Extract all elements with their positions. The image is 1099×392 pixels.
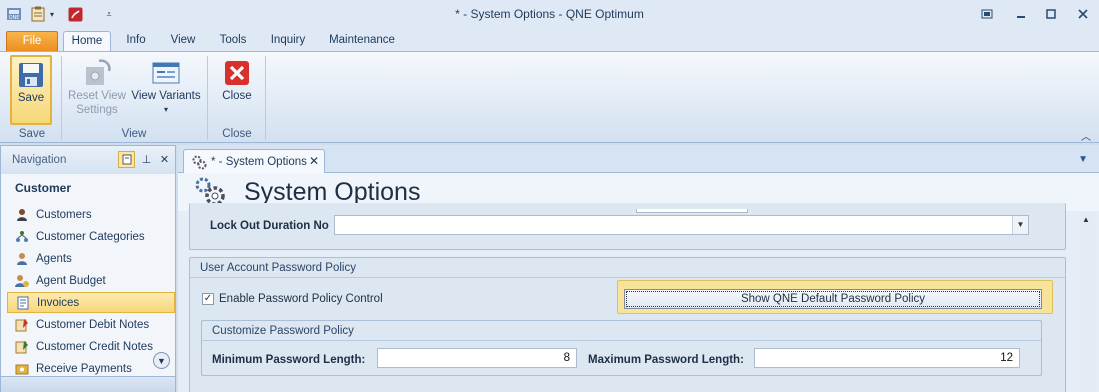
customer-icon — [17, 208, 27, 221]
save-label: Save — [17, 92, 45, 104]
tabs-dropdown-icon[interactable]: ▼ — [1078, 154, 1088, 165]
agent-icon — [17, 252, 27, 265]
tab-info[interactable]: Info — [117, 31, 155, 52]
customize-policy-panel: Customize Password Policy Minimum Passwo… — [201, 320, 1042, 376]
minimize-icon[interactable] — [1010, 4, 1032, 24]
group-separator — [61, 56, 62, 140]
navigation-header: Navigation ⊥ ✕ — [1, 146, 175, 174]
view-variants-icon — [130, 55, 202, 89]
nav-item-label: Invoices — [37, 296, 80, 309]
document-area: System Options Lock Out Duration No ▼ Us… — [178, 173, 1099, 392]
vertical-scrollbar[interactable]: ▲ — [1079, 211, 1095, 392]
nav-item-customers[interactable]: Customers — [7, 204, 175, 225]
scrolled-field-edge — [636, 209, 748, 213]
navigation-title: Navigation — [12, 154, 67, 166]
nav-item-label: Customer Categories — [36, 230, 145, 243]
close-label: Close — [222, 90, 252, 102]
min-password-length-input[interactable]: 8 — [377, 348, 577, 368]
collapse-ribbon-icon[interactable]: ︿ — [1081, 128, 1091, 143]
tab-system-options[interactable]: * - System Options ✕ — [183, 149, 325, 173]
reset-view-label-line1: Reset View — [68, 90, 126, 102]
close-group-label: Close — [222, 128, 252, 140]
max-password-length-input[interactable]: 12 — [754, 348, 1020, 368]
group-separator — [207, 56, 208, 140]
nav-item-label: Customer Credit Notes — [36, 340, 153, 353]
password-policy-panel: User Account Password Policy ✓ Enable Pa… — [189, 257, 1066, 392]
lockout-panel: Lock Out Duration No ▼ — [189, 203, 1066, 250]
nav-item-label: Receive Payments — [36, 362, 132, 375]
scroll-up-icon[interactable]: ▲ — [1082, 215, 1090, 224]
tab-view[interactable]: View — [163, 31, 203, 52]
nav-item-customer-debit-notes[interactable]: Customer Debit Notes — [7, 314, 175, 335]
reset-view-label-line2: Settings — [76, 104, 118, 116]
nav-item-label: Agent Budget — [36, 274, 106, 287]
ribbon-tabs: File Home Info View Tools Inquiry Mainte… — [0, 28, 1099, 53]
tab-close-icon[interactable]: ✕ — [309, 154, 319, 168]
nav-item-customer-categories[interactable]: Customer Categories — [7, 226, 175, 247]
close-red-x-icon — [214, 55, 260, 89]
enable-password-policy-label: Enable Password Policy Control — [219, 293, 383, 305]
view-group-label: View — [121, 128, 147, 140]
save-icon — [12, 57, 50, 91]
password-policy-title: User Account Password Policy — [200, 262, 356, 274]
options-scroll-area: Lock Out Duration No ▼ User Account Pass… — [189, 203, 1078, 392]
min-password-length-label: Minimum Password Length: — [212, 354, 366, 366]
close-icon[interactable] — [1072, 4, 1094, 24]
nav-item-customer-credit-notes[interactable]: Customer Credit Notes — [7, 336, 175, 357]
document-tabs: * - System Options ✕ ▼ — [178, 145, 1099, 173]
restore-layout-icon[interactable] — [976, 4, 998, 24]
settings-gear-icon — [192, 155, 207, 169]
enable-password-policy-checkbox[interactable]: ✓ Enable Password Policy Control — [202, 293, 383, 305]
tab-home[interactable]: Home — [63, 31, 111, 53]
navigation-pane: Navigation ⊥ ✕ Customer Customers Custom… — [0, 145, 176, 392]
customize-policy-title: Customize Password Policy — [212, 325, 354, 337]
nav-expand-icon[interactable]: ▼ — [153, 352, 170, 369]
divider — [202, 340, 1041, 341]
title-bar: QNE ▾ ⩡ * - System Options - QNE Optimum — [0, 0, 1099, 28]
payment-icon — [15, 364, 29, 374]
budget-icon — [15, 274, 29, 287]
checkmark-icon: ✓ — [202, 293, 214, 305]
show-default-policy-button[interactable]: Show QNE Default Password Policy — [624, 289, 1042, 309]
document-tab-label: * - System Options — [211, 155, 307, 168]
debit-note-icon — [15, 318, 28, 331]
save-button[interactable]: Save — [10, 55, 52, 125]
view-variants-label: View Variants — [131, 90, 201, 102]
reset-view-settings-button[interactable]: Reset View Settings — [66, 55, 128, 125]
nav-item-label: Agents — [36, 252, 72, 265]
nav-item-agent-budget[interactable]: Agent Budget — [7, 270, 175, 291]
tab-inquiry[interactable]: Inquiry — [262, 31, 314, 52]
tab-maintenance[interactable]: Maintenance — [322, 31, 402, 52]
categories-icon — [16, 230, 28, 242]
maximize-icon[interactable] — [1040, 4, 1062, 24]
reset-view-icon — [66, 55, 128, 89]
nav-footer — [1, 376, 175, 392]
view-variants-button[interactable]: View Variants ▾ — [130, 55, 202, 125]
default-policy-highlight: Show QNE Default Password Policy — [617, 280, 1053, 314]
group-separator — [265, 56, 266, 140]
ribbon: Save Save Reset View Settings View Varia… — [0, 51, 1099, 143]
lockout-duration-combo[interactable]: ▼ — [334, 215, 1029, 235]
divider — [190, 277, 1065, 278]
combo-dropdown-icon[interactable]: ▼ — [1012, 216, 1028, 234]
save-group-label: Save — [18, 128, 46, 140]
view-variants-dropdown-icon: ▾ — [163, 105, 168, 114]
window-title: * - System Options - QNE Optimum — [455, 7, 644, 21]
invoice-icon — [17, 296, 29, 309]
close-button[interactable]: Close — [214, 55, 260, 125]
credit-note-icon — [15, 340, 28, 353]
tab-file[interactable]: File — [6, 31, 58, 52]
nav-item-agents[interactable]: Agents — [7, 248, 175, 269]
nav-close-icon[interactable]: ✕ — [156, 151, 173, 168]
max-password-length-label: Maximum Password Length: — [588, 354, 744, 366]
notes-icon[interactable] — [118, 151, 135, 168]
nav-item-label: Customer Debit Notes — [36, 318, 150, 331]
nav-item-invoices[interactable]: Invoices — [7, 292, 175, 313]
lockout-duration-label: Lock Out Duration No — [210, 220, 329, 232]
nav-section-customer: Customer — [15, 181, 72, 195]
tab-tools[interactable]: Tools — [212, 31, 254, 52]
pin-icon[interactable]: ⊥ — [138, 151, 155, 168]
nav-item-label: Customers — [36, 208, 92, 221]
